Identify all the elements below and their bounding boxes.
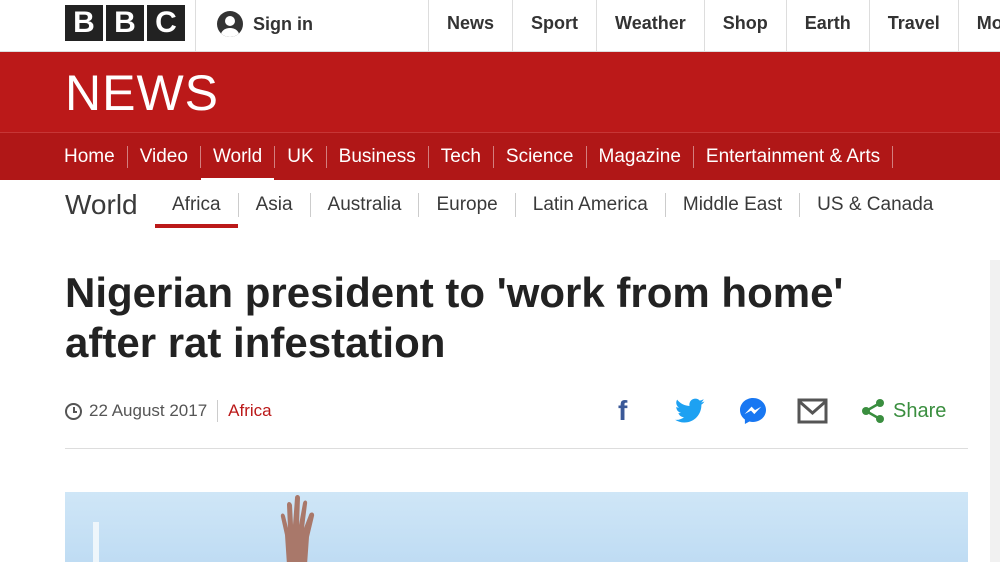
logo-letter: B (106, 5, 144, 41)
nav-separator (892, 146, 894, 168)
news-wordmark[interactable]: NEWS (65, 64, 219, 122)
headline-line-2: after rat infestation (65, 319, 446, 366)
share-button[interactable]: Share (861, 396, 946, 426)
article-date: 22 August 2017 (89, 401, 208, 420)
top-nav-travel[interactable]: Travel (868, 0, 958, 52)
article-category-link[interactable]: Africa (228, 401, 271, 421)
nav-video[interactable]: Video (128, 133, 200, 181)
nav-entertainment-arts[interactable]: Entertainment & Arts (694, 133, 892, 181)
meta-separator (217, 400, 219, 422)
email-icon[interactable] (797, 397, 828, 425)
section-africa[interactable]: Africa (155, 181, 238, 229)
divider (195, 0, 196, 52)
top-nav-news[interactable]: News (428, 0, 512, 52)
top-nav-shop[interactable]: Shop (703, 0, 786, 52)
section-europe[interactable]: Europe (419, 181, 514, 229)
section-australia[interactable]: Australia (311, 181, 419, 229)
nav-world[interactable]: World (200, 133, 275, 182)
news-banner: NEWS (0, 52, 1000, 132)
top-nav-earth[interactable]: Earth (785, 0, 869, 52)
nav-tech[interactable]: Tech (429, 133, 493, 181)
share-icon (862, 399, 884, 423)
photo-detail (93, 522, 99, 562)
top-nav-more[interactable]: Mor (957, 0, 1000, 52)
logo-letter: C (147, 5, 185, 41)
section-latin-america[interactable]: Latin America (516, 181, 665, 229)
raised-hand-image (280, 495, 315, 562)
section-nav: World Africa Asia Australia Europe Latin… (0, 181, 1000, 229)
top-nav: News Sport Weather Shop Earth Travel Mor (428, 0, 1000, 52)
divider-line (65, 448, 968, 449)
section-middle-east[interactable]: Middle East (666, 181, 799, 229)
user-icon (217, 11, 243, 37)
bbc-logo[interactable]: B B C (65, 5, 185, 41)
facebook-icon[interactable]: f (618, 396, 638, 426)
scrollbar-track[interactable] (990, 260, 1000, 562)
logo-letter: B (65, 5, 103, 41)
article-meta: 22 August 2017 Africa (65, 398, 272, 424)
nav-home[interactable]: Home (52, 133, 127, 181)
main-nav: Home Video World UK Business Tech Scienc… (0, 132, 1000, 182)
top-nav-sport[interactable]: Sport (512, 0, 596, 52)
nav-uk[interactable]: UK (275, 133, 325, 181)
headline-line-1: Nigerian president to 'work from home' (65, 269, 844, 316)
section-asia[interactable]: Asia (239, 181, 310, 229)
sign-in-label: Sign in (253, 13, 313, 34)
sign-in-link[interactable]: Sign in (217, 10, 313, 38)
section-us-canada[interactable]: US & Canada (800, 181, 950, 229)
nav-science[interactable]: Science (494, 133, 586, 181)
article-lead-image (65, 492, 968, 562)
section-title[interactable]: World (65, 189, 138, 221)
top-nav-weather[interactable]: Weather (596, 0, 704, 52)
messenger-icon[interactable] (738, 396, 768, 426)
nav-business[interactable]: Business (327, 133, 428, 181)
article-headline: Nigerian president to 'work from home' a… (65, 268, 945, 368)
clock-icon (65, 402, 82, 420)
twitter-icon[interactable] (675, 398, 705, 424)
share-label: Share (893, 399, 947, 422)
nav-magazine[interactable]: Magazine (587, 133, 693, 181)
bbc-top-bar: B B C Sign in News Sport Weather Shop Ea… (0, 0, 1000, 52)
